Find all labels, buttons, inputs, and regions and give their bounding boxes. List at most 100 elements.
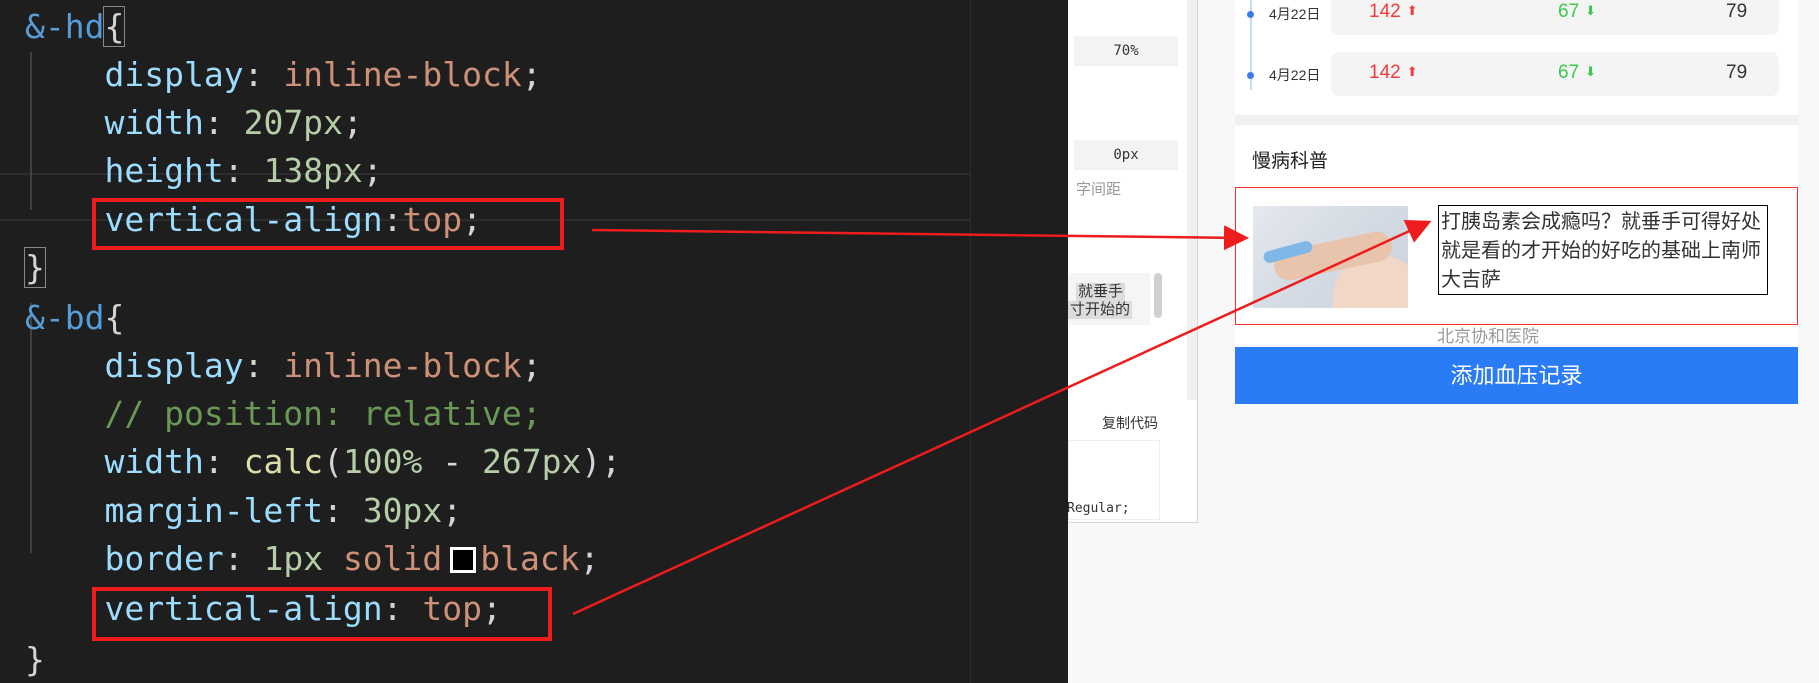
diastolic-number: 67 [1558,62,1580,83]
code-line[interactable]: } [24,244,46,292]
code-editor[interactable]: &-hd{ display: inline-block; width: 207p… [0,0,970,683]
code-token: ; [362,151,383,190]
preview-line: 就垂手 [1076,283,1126,301]
diastolic-value: 67 ⬇ [1558,62,1596,84]
code-token: &-hd [25,7,105,46]
arrow-up-icon: ⬆ [1406,64,1418,79]
style-inspector-panel: 70% 0px 字间距 就垂手 寸开始的 复制代码 Regular; [1068,0,1198,523]
code-line[interactable]: display: inline-block; [25,51,542,99]
letter-spacing-field[interactable]: 0px [1074,140,1178,170]
panel-scrollbar[interactable] [1187,0,1197,400]
record-card: 142 ⬆ 67 ⬇ 79 [1331,52,1779,96]
timeline-dot [1247,72,1254,79]
code-block: Regular; [1068,440,1160,520]
pulse-value: 79 [1726,1,1748,22]
code-token: solid [342,539,443,578]
code-token: { [104,298,125,337]
article-card[interactable]: 打胰岛素会成瘾吗？就垂手可得好处就是看的才开始的好吃的基础上南师大吉萨 [1235,187,1798,325]
diastolic-number: 67 [1558,1,1580,22]
pulse-value: 79 [1726,62,1748,83]
code-token: } [25,640,45,679]
preview-line: 寸开始的 [1068,301,1133,319]
code-token: border [104,539,224,578]
code-line[interactable]: width: calc(100% - 267px); [25,438,621,486]
code-token: ; [521,55,542,94]
opacity-field[interactable]: 70% [1074,36,1178,66]
code-token: - [422,442,483,481]
systolic-value: 142 ⬆ [1369,62,1418,84]
code-line[interactable]: margin-left: 30px; [25,487,462,535]
code-token: height [104,151,224,190]
preview-scrollbar[interactable] [1154,273,1162,318]
systolic-number: 142 [1369,62,1401,83]
record-date: 4月22日 [1269,6,1321,22]
code-token: 138px [263,151,363,190]
code-token: // position: relative; [104,394,542,433]
code-token: ); [581,442,622,481]
color-swatch-icon[interactable] [450,547,477,573]
code-line[interactable]: display: inline-block; [25,342,542,390]
code-line[interactable]: &-hd{ [25,3,126,51]
code-token: : [223,151,264,190]
code-token: display [104,55,244,94]
code-token: inline-block [283,55,522,94]
arrow-down-icon: ⬇ [1585,64,1597,79]
code-token: ; [579,539,600,578]
code-token: 30px [362,491,443,530]
code-token: 100% [342,442,423,481]
copy-code-button[interactable]: 复制代码 [1102,413,1158,433]
code-line[interactable]: width: 207px; [25,99,363,147]
code-line[interactable]: height: 138px; [25,147,383,195]
code-line[interactable]: &-bd{ [25,294,124,342]
section-gap [1235,115,1798,125]
code-token: width [104,442,204,481]
health-science-section: 慢病科普 打胰岛素会成瘾吗？就垂手可得好处就是看的才开始的好吃的基础上南师大吉萨 [1235,125,1798,345]
browser-preview: 70% 0px 字间距 就垂手 寸开始的 复制代码 Regular; 4月22日… [1068,0,1819,683]
code-token: 207px [243,103,343,142]
code-token: : [223,539,264,578]
code-token: ; [342,103,363,142]
code-token: : [203,442,244,481]
diastolic-value: 67 ⬇ [1558,1,1596,23]
code-snippet: Regular; [1068,501,1130,516]
code-token: width [104,103,204,142]
section-title: 慢病科普 [1252,151,1329,172]
code-token: &-bd [25,298,105,337]
bp-record-row[interactable]: 4月22日 142 ⬆ 67 ⬇ 79 [1235,0,1798,39]
code-token: ; [521,346,542,385]
add-bp-record-button[interactable]: 添加血压记录 [1235,347,1798,404]
editor-divider [970,0,1068,683]
record-card: 142 ⬆ 67 ⬇ 79 [1331,0,1779,35]
code-token: margin-left [104,491,324,530]
code-token: : [323,491,363,530]
letter-spacing-label: 字间距 [1076,181,1122,198]
code-token: 267px [482,442,582,481]
arrow-up-icon: ⬆ [1406,3,1418,18]
code-token: : [203,103,244,142]
code-line[interactable]: border: 1px solid black; [25,535,600,583]
annotation-box-bd-rule [92,587,552,641]
code-line[interactable]: // position: relative; [25,390,542,438]
annotation-box-hd-rule [92,198,564,250]
article-title: 打胰岛素会成瘾吗？就垂手可得好处就是看的才开始的好吃的基础上南师大吉萨 [1438,205,1768,295]
opacity-value: 70% [1113,43,1139,59]
bp-record-row[interactable]: 4月22日 142 ⬆ 67 ⬇ 79 [1235,52,1798,100]
code-token: display [104,346,244,385]
systolic-number: 142 [1369,1,1401,22]
code-token: calc [243,442,324,481]
letter-spacing-value: 0px [1113,147,1139,163]
code-token: inline-block [283,346,522,385]
timeline-dot [1247,11,1254,18]
mobile-preview: 4月22日 142 ⬆ 67 ⬇ 79 4月22日 142 ⬆ 67 ⬇ 79 慢病科普 打胰岛素会成… [1235,0,1798,683]
code-token: ( [323,442,343,481]
code-token: { [103,6,126,47]
code-line[interactable]: } [25,636,45,683]
bp-record-list: 4月22日 142 ⬆ 67 ⬇ 79 4月22日 142 ⬆ 67 ⬇ 79 [1235,0,1798,115]
article-source: 北京协和医院 [1437,327,1539,346]
